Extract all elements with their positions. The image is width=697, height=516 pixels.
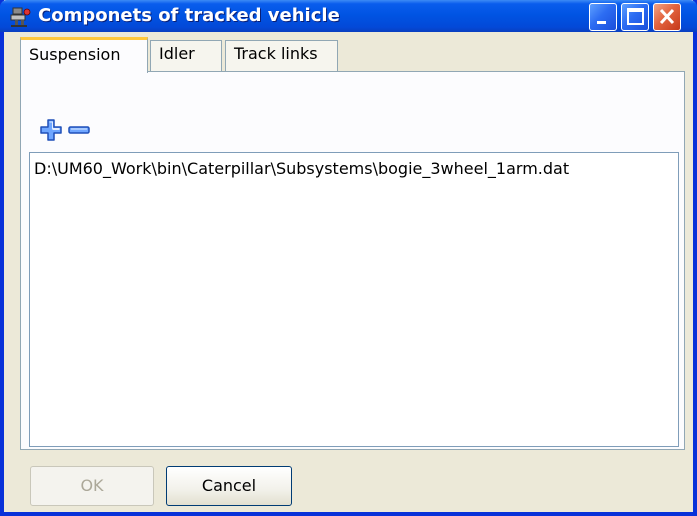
title-bar[interactable]: Componets of tracked vehicle [0,0,697,32]
app-icon [10,7,31,27]
close-button[interactable] [653,3,681,31]
tab-panel-suspension: D:\UM60_Work\bin\Caterpillar\Subsystems\… [20,71,685,450]
maximize-icon [627,8,644,25]
file-list[interactable]: D:\UM60_Work\bin\Caterpillar\Subsystems\… [29,152,679,447]
tab-track-links[interactable]: Track links [225,40,338,72]
close-icon [659,8,675,25]
tab-suspension[interactable]: Suspension [20,37,148,73]
remove-button[interactable] [66,117,92,143]
tab-idler[interactable]: Idler [150,40,222,72]
minus-icon [68,126,90,134]
add-button[interactable] [38,117,64,143]
list-item[interactable]: D:\UM60_Work\bin\Caterpillar\Subsystems\… [34,159,569,178]
dialog-window: Componets of tracked vehicle Suspension … [0,0,697,516]
cancel-button[interactable]: Cancel [166,466,292,506]
minimize-icon [597,21,606,24]
window-title: Componets of tracked vehicle [38,5,340,26]
ok-button[interactable]: OK [30,466,154,506]
maximize-button[interactable] [621,3,649,31]
minimize-button[interactable] [589,3,617,31]
plus-icon [40,119,62,141]
